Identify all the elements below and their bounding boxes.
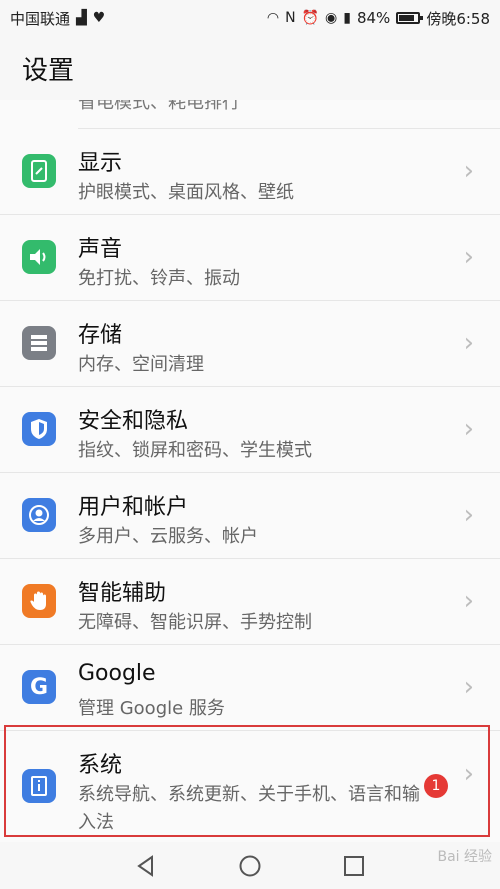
watermark: Bai 经验 [437,849,492,865]
settings-item-title: 系统 [78,753,123,778]
settings-item-title: 显示 [78,151,123,176]
settings-item-title: 安全和隐私 [78,409,189,434]
back-button[interactable] [134,854,158,878]
settings-item-title: Google [78,661,156,686]
hand-icon [22,584,56,618]
chevron-right-icon: › [463,672,474,702]
nfc-icon: N [285,10,296,26]
settings-item-security[interactable]: 安全和隐私 指纹、锁屏和密码、学生模式 › [0,387,500,473]
settings-item-title: 用户和帐户 [78,495,189,520]
chevron-right-icon: › [463,500,474,530]
battery-fill [399,15,415,21]
settings-item-smart-assist[interactable]: 智能辅助 无障碍、智能识屏、手势控制 › [0,559,500,645]
settings-list[interactable]: 省电模式、耗电排行 显示 护眼模式、桌面风格、壁纸 › 声音 免打扰、铃声、振动… [0,100,500,842]
settings-item-subtitle: 内存、空间清理 [78,354,204,375]
settings-item-system[interactable]: 系统 系统导航、系统更新、关于手机、语言和输入法 1 › [0,731,500,842]
status-bar: 中国联通 ▟ ♥ ◠ N ⏰ ◉ ▮ 84% 傍晚6:58 [0,0,500,36]
settings-item-title: 声音 [78,237,123,262]
signal-icon: ▮ [343,10,351,26]
sound-icon [22,240,56,274]
system-icon [22,769,56,803]
settings-item-accounts[interactable]: 用户和帐户 多用户、云服务、帐户 › [0,473,500,559]
chevron-right-icon: › [463,759,474,789]
settings-item-sound[interactable]: 声音 免打扰、铃声、振动 › [0,215,500,301]
settings-item-battery[interactable]: 省电模式、耗电排行 [78,100,500,129]
notification-badge: 1 [424,774,448,798]
settings-item-google[interactable]: G Google 管理 Google 服务 › [0,645,500,731]
recents-square-icon [344,855,364,876]
settings-item-title: 智能辅助 [78,581,167,606]
settings-item-subtitle: 免打扰、铃声、振动 [78,268,240,289]
settings-item-subtitle: 指纹、锁屏和密码、学生模式 [78,440,312,461]
navigation-bar [0,842,500,889]
settings-item-subtitle: 管理 Google 服务 [78,698,225,719]
chevron-right-icon: › [463,156,474,186]
settings-item-storage[interactable]: 存储 内存、空间清理 › [0,301,500,387]
settings-item-subtitle: 多用户、云服务、帐户 [78,526,258,547]
settings-item-subtitle: 省电模式、耗电排行 [78,100,240,113]
settings-item-subtitle: 系统导航、系统更新、关于手机、语言和输入法 [78,784,420,833]
home-circle-icon [239,855,261,876]
clock: 傍晚6:58 [426,9,490,28]
activity-icon: ▟ [76,10,87,26]
google-icon: G [22,670,56,704]
chevron-right-icon: › [463,328,474,358]
home-button[interactable] [238,854,262,878]
back-triangle-icon [137,854,153,877]
recents-button[interactable] [342,854,366,878]
settings-item-subtitle: 无障碍、智能识屏、手势控制 [78,612,312,633]
battery-icon [396,12,424,24]
battery-percent: 84% [356,9,391,27]
storage-icon [22,326,56,360]
alarm-icon: ⏰ [301,10,320,26]
chevron-right-icon: › [463,414,474,444]
settings-item-subtitle: 护眼模式、桌面风格、壁纸 [78,182,294,203]
shield-icon [22,412,56,446]
eye-icon: ◉ [325,10,338,26]
chevron-right-icon: › [463,586,474,616]
health-icon: ♥ [92,10,106,26]
settings-item-display[interactable]: 显示 护眼模式、桌面风格、壁纸 › [0,129,500,215]
chevron-right-icon: › [463,242,474,272]
display-icon [22,154,56,188]
headphone-icon: ◠ [266,10,280,26]
page-title: 设置 [22,55,75,86]
settings-item-title: 存储 [78,323,123,348]
user-icon [22,498,56,532]
carrier-label: 中国联通 [10,9,71,28]
